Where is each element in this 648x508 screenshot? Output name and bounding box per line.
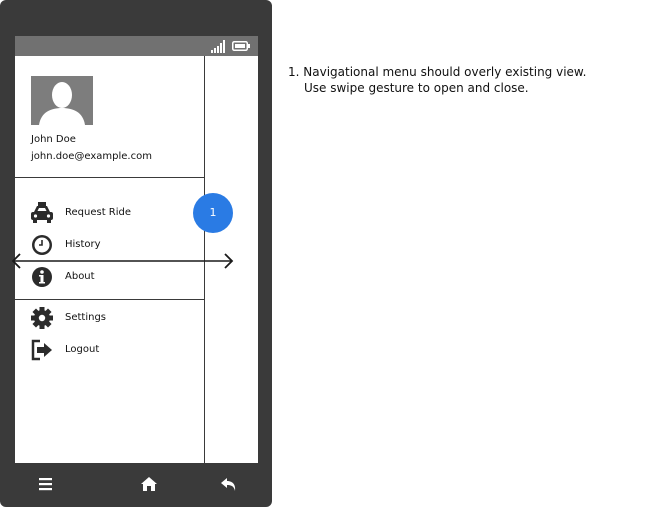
menu-item-label: History <box>65 239 101 250</box>
user-email: john.doe@example.com <box>31 151 152 162</box>
avatar <box>31 76 93 125</box>
menu-item-label: Settings <box>65 312 107 323</box>
user-silhouette-icon <box>39 82 85 125</box>
menu-item-request-ride[interactable]: Request Ride <box>29 200 199 226</box>
note-line: 1. Navigational menu should overly exist… <box>288 65 587 79</box>
menu-item-logout[interactable]: Logout <box>29 337 199 363</box>
user-name: John Doe <box>31 134 76 145</box>
menu-item-settings[interactable]: Settings <box>29 305 199 331</box>
home-icon[interactable] <box>138 474 160 494</box>
menu-item-label: Request Ride <box>65 207 132 218</box>
divider <box>15 299 204 300</box>
note-line: Use swipe gesture to open and close. <box>304 81 529 95</box>
gear-icon <box>31 307 53 329</box>
signal-icon <box>211 40 225 53</box>
logout-icon <box>31 339 52 361</box>
annotation-badge: 1 <box>193 193 233 233</box>
divider <box>15 177 204 178</box>
swipe-gesture-arrow-icon <box>11 253 234 269</box>
status-bar <box>15 36 258 56</box>
menu-item-label: About <box>65 271 95 282</box>
taxi-icon <box>31 202 53 223</box>
battery-icon <box>232 41 250 51</box>
screen: John Doe john.doe@example.com Request Ri… <box>15 36 258 463</box>
annotation-note: 1. Navigational menu should overly exist… <box>288 64 586 96</box>
menu-item-label: Logout <box>65 344 100 355</box>
back-icon[interactable] <box>218 474 240 494</box>
menu-icon[interactable] <box>35 474 57 494</box>
